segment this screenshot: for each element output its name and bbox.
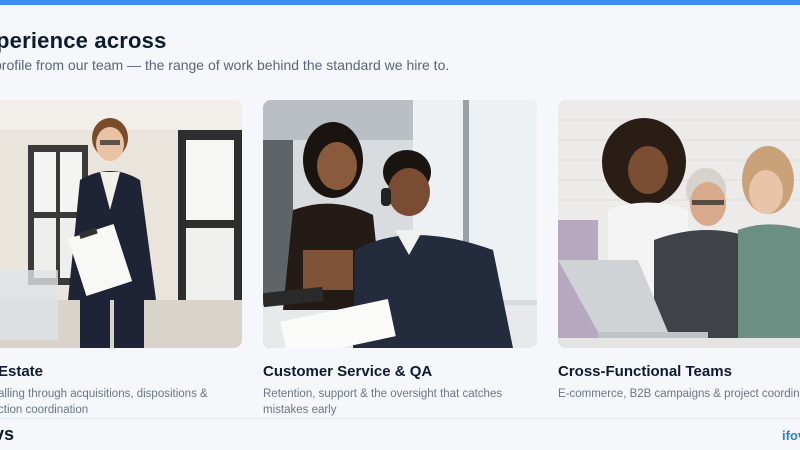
card-description-line: mistakes early <box>263 404 337 416</box>
card-description-line: ction coordination <box>0 404 89 416</box>
section-title: perience across <box>0 28 167 53</box>
next-section-heading: vs <box>0 424 15 444</box>
section-divider <box>0 418 800 419</box>
card-description-line: Retention, support & the oversight that … <box>263 388 503 400</box>
card-title: Cross-Functional Teams <box>558 363 732 380</box>
experience-card-customer-service[interactable]: Customer Service & QA Retention, support… <box>263 100 537 418</box>
card-description-line: alling through acquisitions, disposition… <box>0 388 208 400</box>
customer-service-photo <box>263 100 537 348</box>
experience-card-real-estate[interactable]: Estate alling through acquisitions, disp… <box>0 100 242 418</box>
card-title: Estate <box>0 363 44 380</box>
card-title: Customer Service & QA <box>263 363 433 380</box>
next-section-link[interactable]: ifov <box>782 428 800 443</box>
real-estate-photo <box>0 100 242 348</box>
card-description: E-commerce, B2B campaigns & project coor… <box>558 386 800 402</box>
card-description: Retention, support & the oversight that … <box>263 386 537 418</box>
section-subtitle: profile from our team — the range of wor… <box>0 57 450 73</box>
card-description: alling through acquisitions, disposition… <box>0 386 242 418</box>
cross-functional-teams-photo <box>558 100 800 348</box>
top-accent-bar <box>0 0 800 5</box>
card-description-line: E-commerce, B2B campaigns & project coor… <box>558 388 800 400</box>
experience-card-cross-functional[interactable]: Cross-Functional Teams E-commerce, B2B c… <box>558 100 800 402</box>
